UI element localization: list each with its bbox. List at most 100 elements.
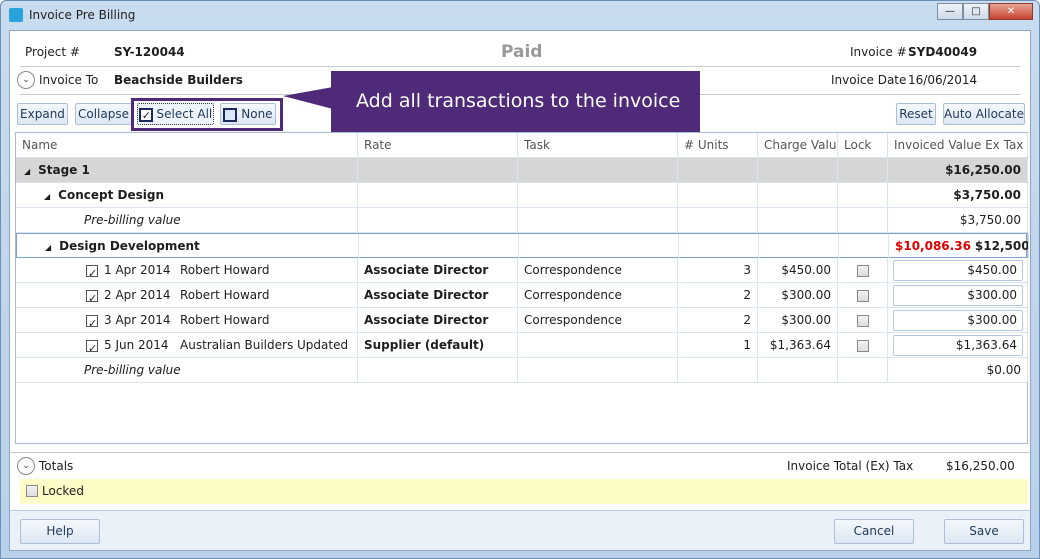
- none-button[interactable]: None: [220, 103, 276, 125]
- cell: 1: [678, 333, 758, 357]
- app-icon: [9, 8, 23, 22]
- group-row[interactable]: ◢ Concept Design $3,750.00: [16, 183, 1028, 208]
- cell: Correspondence: [518, 308, 678, 332]
- cell: [358, 183, 518, 207]
- cell: 2: [678, 308, 758, 332]
- lock-checkbox[interactable]: [856, 314, 869, 327]
- invoiced-value-input[interactable]: $300.00: [893, 285, 1023, 306]
- cell: $450.00: [888, 258, 1028, 282]
- cell: Pre-billing value: [16, 358, 358, 382]
- locked-checkbox[interactable]: [26, 485, 38, 497]
- column-header[interactable]: Invoiced Value Ex Tax: [888, 133, 1028, 157]
- footer: Help Cancel Save: [10, 510, 1030, 550]
- project-value: SY-120044: [114, 45, 185, 59]
- invoiced-value-input[interactable]: $1,363.64: [893, 335, 1023, 356]
- locked-bar: Locked: [20, 479, 1028, 504]
- cell: 5 Jun 2014 Australian Builders Updated: [16, 333, 358, 357]
- help-button[interactable]: Help: [20, 519, 100, 544]
- charge-value: $300.00: [781, 288, 831, 302]
- stage-row[interactable]: ◢ Stage 1 $16,250.00: [16, 158, 1028, 183]
- cell: [838, 258, 888, 282]
- include-checkbox[interactable]: [86, 262, 98, 282]
- cell: ◢ Design Development: [17, 234, 359, 258]
- item-row[interactable]: 2 Apr 2014 Robert Howard Associate Directo…: [16, 283, 1028, 308]
- cell: $1,363.64: [888, 333, 1028, 357]
- rate: Associate Director: [364, 288, 489, 302]
- group-row[interactable]: ◢ Design Development $10,086.36$12,500.00: [16, 233, 1029, 258]
- expand-button[interactable]: Expand: [17, 103, 68, 125]
- expand-triangle-icon[interactable]: ◢: [45, 236, 51, 258]
- locked-label: Locked: [42, 484, 84, 498]
- column-header[interactable]: Rate: [358, 133, 518, 157]
- cell: [758, 183, 838, 207]
- column-header[interactable]: Charge Value: [758, 133, 838, 157]
- column-header[interactable]: Name: [16, 133, 358, 157]
- cell: ◢ Concept Design: [16, 183, 358, 207]
- pre-billing-label: Pre-billing value: [84, 363, 181, 377]
- cell: $0.00: [888, 358, 1028, 382]
- expand-triangle-icon[interactable]: ◢: [24, 160, 30, 182]
- select-all-button[interactable]: Select All: [137, 103, 214, 126]
- pre-row: Pre-billing value $0.00: [16, 358, 1028, 383]
- invoiced-value-input[interactable]: $450.00: [893, 260, 1023, 281]
- minimize-button[interactable]: —: [937, 3, 963, 20]
- lock-checkbox[interactable]: [856, 264, 869, 277]
- save-button[interactable]: Save: [944, 519, 1024, 544]
- cell: $450.00: [758, 258, 838, 282]
- cell: [518, 208, 678, 232]
- collapse-button[interactable]: Collapse: [75, 103, 132, 125]
- invoiced-value-input[interactable]: $300.00: [893, 310, 1023, 331]
- window: Invoice Pre Billing — □ ✕ Project # SY-1…: [0, 0, 1040, 559]
- transaction-name: Robert Howard: [180, 288, 270, 302]
- totals-chevron-icon[interactable]: ⌄: [17, 457, 35, 475]
- cell: [758, 358, 838, 382]
- item-row[interactable]: 5 Jun 2014 Australian Builders Updated Sup…: [16, 333, 1028, 358]
- charge-value: $300.00: [781, 313, 831, 327]
- invoiced-total: $16,250.00: [945, 163, 1021, 177]
- transaction-date: 1 Apr 2014: [104, 263, 171, 277]
- rate: Associate Director: [364, 263, 489, 277]
- lock-checkbox[interactable]: [856, 289, 869, 302]
- auto-allocate-button[interactable]: Auto Allocate: [943, 103, 1025, 125]
- title-bar: Invoice Pre Billing — □ ✕: [1, 1, 1039, 29]
- column-header[interactable]: Lock: [838, 133, 888, 157]
- expand-triangle-icon[interactable]: ◢: [44, 185, 50, 207]
- cell: $10,086.36$12,500.00: [889, 234, 1029, 258]
- cell: [519, 234, 679, 258]
- include-checkbox[interactable]: [86, 287, 98, 307]
- cell: [838, 158, 888, 182]
- cancel-button[interactable]: Cancel: [834, 519, 914, 544]
- rate: Supplier (default): [364, 338, 485, 352]
- cell: [838, 208, 888, 232]
- group-name: Concept Design: [58, 188, 164, 202]
- units: 1: [743, 338, 751, 352]
- cell: [838, 308, 888, 332]
- transaction-date: 2 Apr 2014: [104, 288, 171, 302]
- transaction-name: Robert Howard: [180, 263, 270, 277]
- item-row[interactable]: 3 Apr 2014 Robert Howard Associate Directo…: [16, 308, 1028, 333]
- transaction-name: Australian Builders Updated: [180, 338, 349, 352]
- cell: [839, 234, 889, 258]
- lock-checkbox[interactable]: [856, 339, 869, 352]
- status-label: Paid: [501, 42, 543, 62]
- close-button[interactable]: ✕: [989, 3, 1033, 20]
- include-checkbox[interactable]: [86, 337, 98, 357]
- item-row[interactable]: 1 Apr 2014 Robert Howard Associate Directo…: [16, 258, 1028, 283]
- cell: $3,750.00: [888, 208, 1028, 232]
- task: Correspondence: [524, 288, 622, 302]
- cell: [678, 358, 758, 382]
- cell: $300.00: [758, 308, 838, 332]
- cell: Correspondence: [518, 283, 678, 307]
- maximize-button[interactable]: □: [963, 3, 989, 20]
- include-checkbox[interactable]: [86, 312, 98, 332]
- invoice-total-label: Invoice Total (Ex) Tax: [787, 459, 914, 473]
- column-header[interactable]: Task: [518, 133, 678, 157]
- cell: [678, 158, 758, 182]
- units: 3: [743, 263, 751, 277]
- reset-button[interactable]: Reset: [896, 103, 936, 125]
- none-label: None: [241, 107, 273, 121]
- column-header[interactable]: # Units: [678, 133, 758, 157]
- chevron-down-icon[interactable]: ⌄: [17, 71, 35, 89]
- cell: Associate Director: [358, 258, 518, 282]
- cell: 1 Apr 2014 Robert Howard: [16, 258, 358, 282]
